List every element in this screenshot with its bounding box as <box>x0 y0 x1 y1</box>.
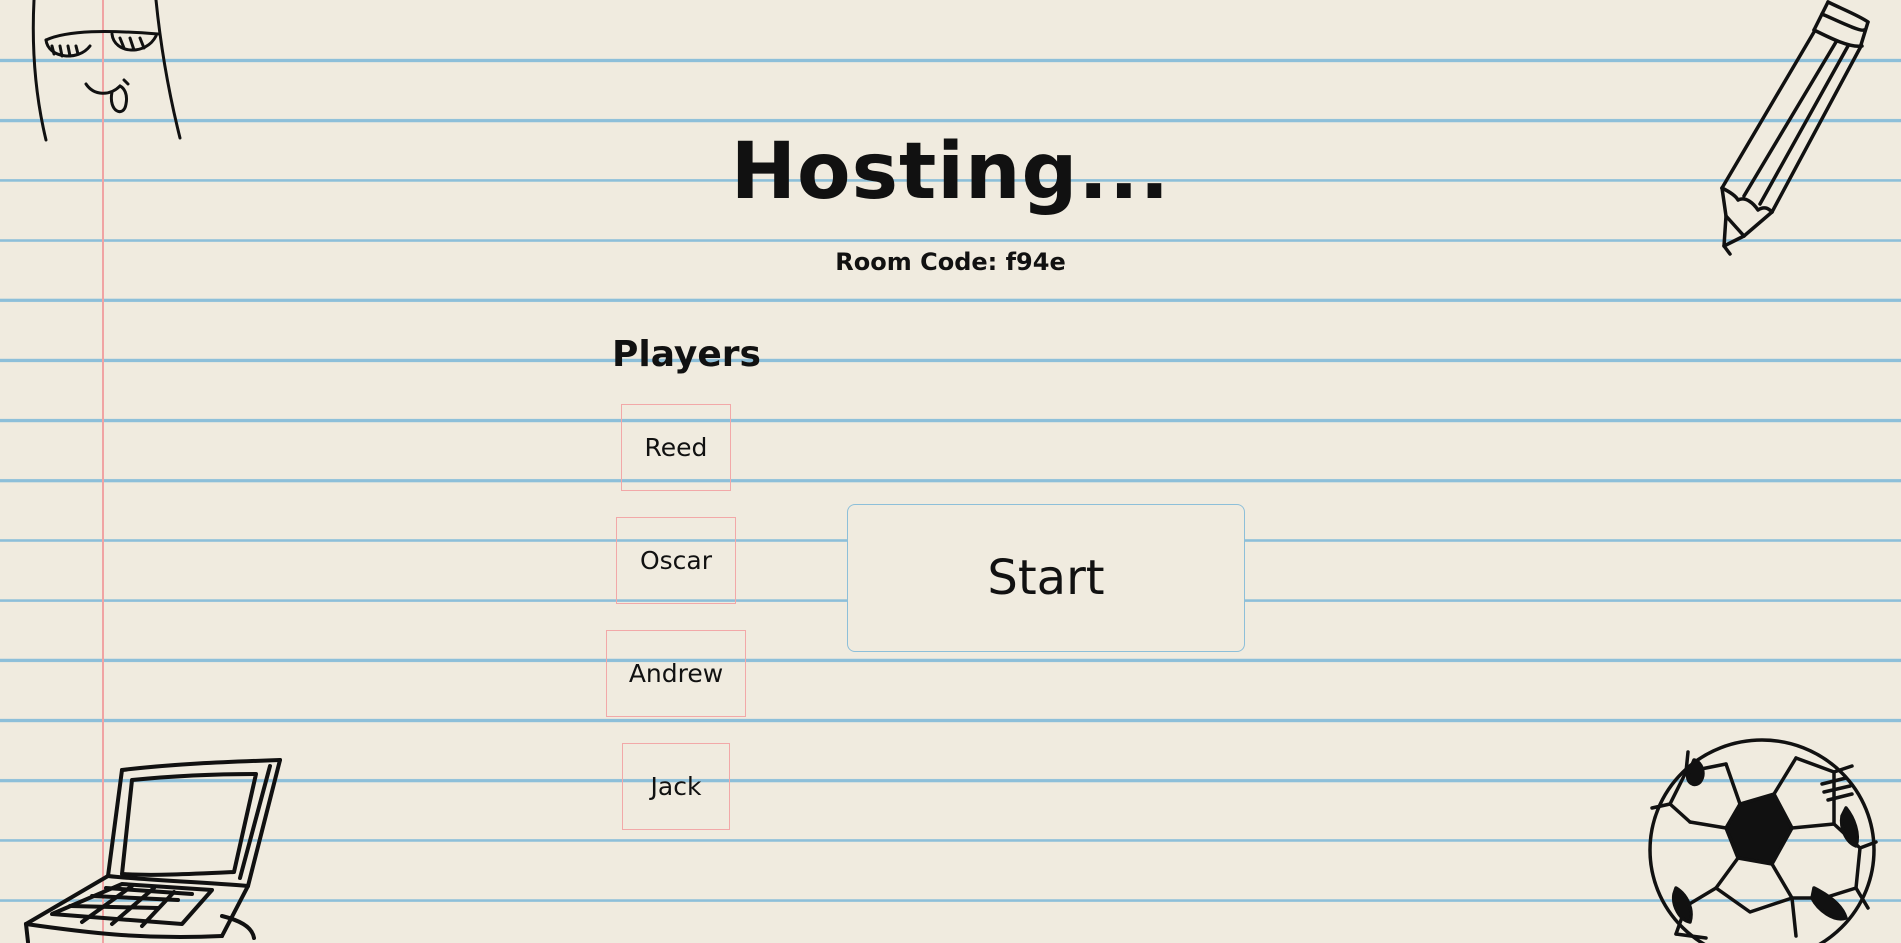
room-code: Room Code: f94e <box>835 248 1066 276</box>
player-name: Andrew <box>628 659 724 688</box>
player-card-oscar: Oscar <box>616 517 736 604</box>
player-name: Jack <box>650 772 702 801</box>
player-name: Oscar <box>639 546 713 575</box>
player-card-jack: Jack <box>622 743 730 830</box>
page-title: Hosting... <box>730 127 1171 217</box>
players-heading: Players <box>612 334 761 375</box>
player-name: Reed <box>644 433 708 462</box>
player-card-andrew: Andrew <box>606 630 746 717</box>
laptop-doodle-icon <box>22 756 292 943</box>
soccer-ball-doodle-icon <box>1646 738 1901 943</box>
player-card-reed: Reed <box>621 404 731 491</box>
start-button[interactable]: Start <box>847 504 1245 652</box>
